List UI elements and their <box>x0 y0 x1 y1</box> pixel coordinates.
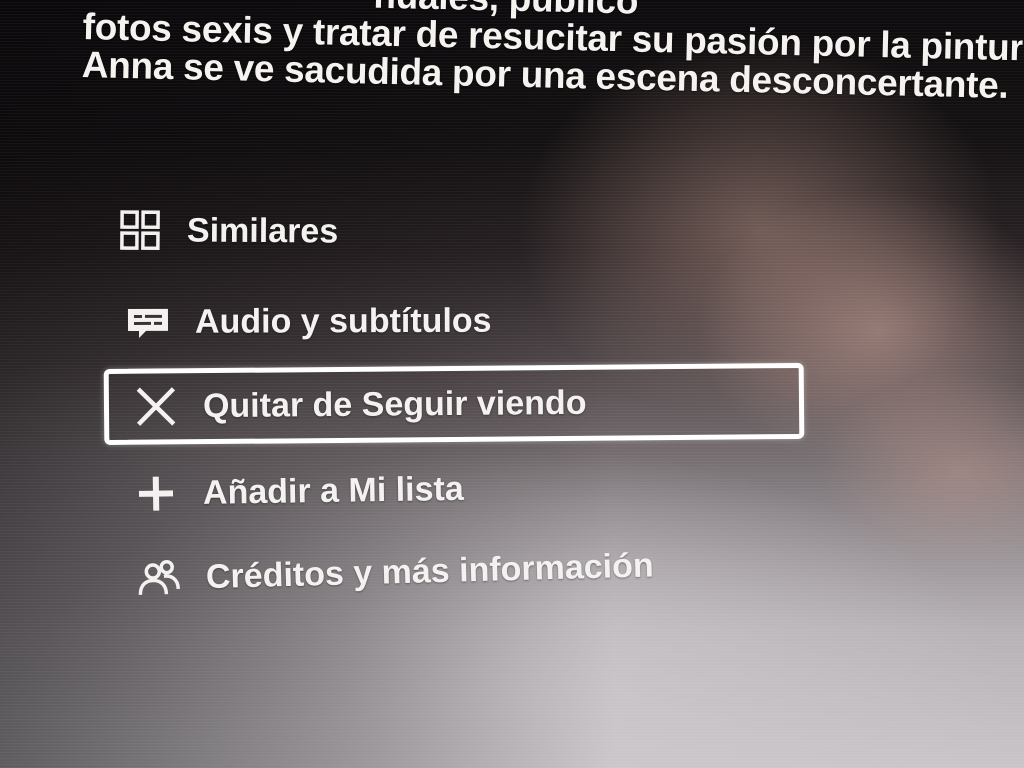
menu-item-label: Similares <box>186 210 339 251</box>
menu-item-label: Quitar de Seguir viendo <box>202 383 587 425</box>
menu-item-anadir[interactable]: Añadir a Mi lista <box>132 451 464 532</box>
menu-item-quitar[interactable]: Quitar de Seguir viendo <box>103 362 805 445</box>
menu-item-audio[interactable]: Audio y subtítulos <box>125 283 492 360</box>
options-menu: Similares Audio y subtítulos Quitar de S… <box>0 0 1024 768</box>
menu-item-similares[interactable]: Similares <box>117 192 339 270</box>
subtitles-icon <box>125 299 171 345</box>
menu-item-creditos[interactable]: Créditos y más información <box>135 527 655 617</box>
menu-item-label: Audio y subtítulos <box>194 301 492 341</box>
plus-icon <box>133 470 180 517</box>
grid-icon <box>117 207 163 253</box>
menu-item-label: Créditos y más información <box>205 545 655 596</box>
close-icon <box>133 383 179 429</box>
people-icon <box>135 555 182 602</box>
menu-item-label: Añadir a Mi lista <box>202 469 464 512</box>
